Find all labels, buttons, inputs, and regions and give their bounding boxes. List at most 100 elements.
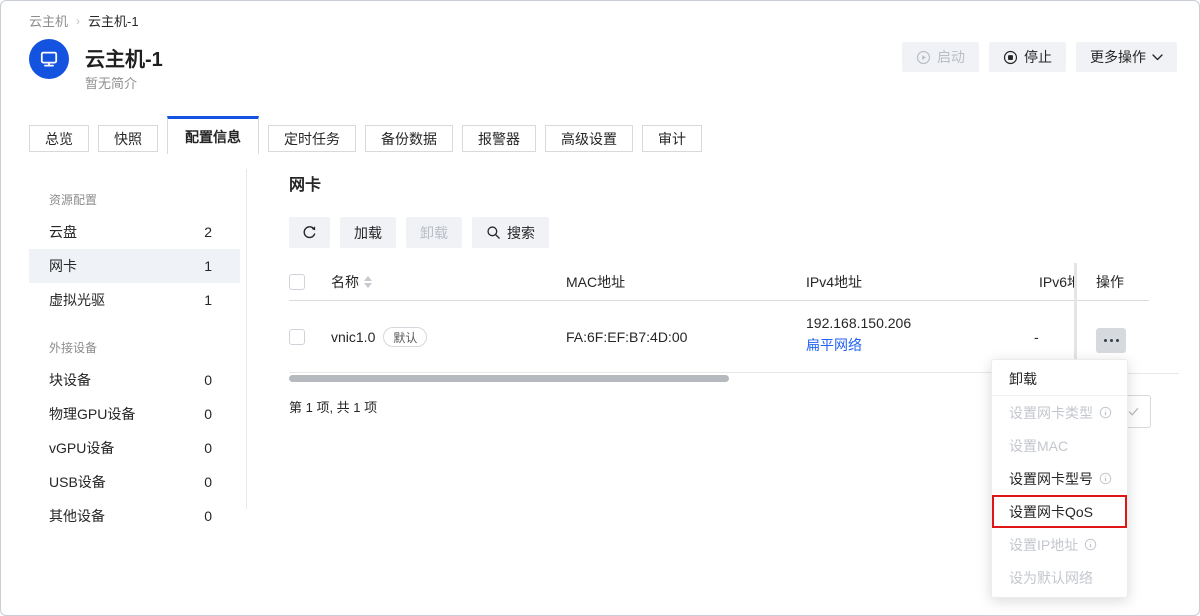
- row-checkbox[interactable]: [289, 329, 305, 345]
- menu-item-label: 设置网卡型号: [1009, 469, 1093, 489]
- tab-overview[interactable]: 总览: [29, 125, 89, 152]
- network-link[interactable]: 扁平网络: [806, 334, 911, 356]
- horizontal-scrollbar[interactable]: [289, 375, 729, 382]
- column-ipv6: IPv6地址: [1039, 263, 1074, 300]
- sidebar-section-resource-config: 资源配置: [29, 183, 240, 215]
- sidebar-item-count: 1: [204, 292, 212, 308]
- search-icon: [486, 225, 501, 240]
- sidebar-item-label: vGPU设备: [49, 438, 114, 458]
- sidebar-item-label: USB设备: [49, 472, 106, 492]
- more-actions-button[interactable]: 更多操作: [1076, 42, 1177, 72]
- sidebar-divider: [246, 169, 247, 509]
- search-button[interactable]: 搜索: [472, 217, 549, 248]
- tab-snapshot[interactable]: 快照: [98, 125, 158, 152]
- table-header: 名称 MAC地址 IPv4地址 IPv6地址: [289, 263, 1074, 301]
- sidebar-item-virtual-cdrom[interactable]: 虚拟光驱 1: [29, 283, 240, 317]
- sidebar-item-physical-gpu[interactable]: 物理GPU设备 0: [29, 397, 240, 431]
- menu-item-set-ip-address[interactable]: 设置IP地址: [992, 528, 1127, 561]
- header-actions: 启动 停止 更多操作: [902, 42, 1177, 72]
- sidebar-item-label: 块设备: [49, 370, 91, 390]
- sidebar-item-nic[interactable]: 网卡 1: [29, 249, 240, 283]
- vm-detail-page: 云主机 › 云主机-1 云主机-1 暂无简介 启动: [0, 0, 1200, 616]
- attach-nic-button[interactable]: 加载: [340, 217, 396, 248]
- sidebar-item-count: 1: [204, 258, 212, 274]
- refresh-button[interactable]: [289, 217, 330, 248]
- tab-advanced-settings[interactable]: 高级设置: [545, 125, 633, 152]
- start-button[interactable]: 启动: [902, 42, 979, 72]
- stop-button-label: 停止: [1024, 47, 1052, 67]
- nic-name: vnic1.0: [331, 329, 375, 345]
- default-badge: 默认: [383, 327, 427, 347]
- row-actions-menu: 卸载 设置网卡类型 设置MAC 设置网卡型号 设置网卡QoS: [991, 359, 1128, 598]
- sidebar-item-block-device[interactable]: 块设备 0: [29, 363, 240, 397]
- more-actions-label: 更多操作: [1090, 47, 1146, 67]
- menu-item-set-mac[interactable]: 设置MAC: [992, 429, 1127, 462]
- menu-item-label: 设置IP地址: [1009, 535, 1078, 555]
- stop-button[interactable]: 停止: [989, 42, 1066, 72]
- menu-item-set-default-network[interactable]: 设为默认网络: [992, 561, 1127, 594]
- search-label: 搜索: [507, 223, 535, 243]
- sidebar-item-label: 物理GPU设备: [49, 404, 135, 424]
- tab-scheduled-tasks[interactable]: 定时任务: [268, 125, 356, 152]
- sidebar: 资源配置 云盘 2 网卡 1 虚拟光驱 1 外接设备 块设备 0 物理GPU设备…: [29, 183, 240, 533]
- play-circle-icon: [916, 50, 931, 65]
- column-name: 名称: [331, 272, 359, 292]
- sidebar-item-cloud-disk[interactable]: 云盘 2: [29, 215, 240, 249]
- chevron-down-icon: [1152, 54, 1163, 61]
- breadcrumb: 云主机 › 云主机-1: [29, 11, 139, 30]
- sidebar-section-external-devices: 外接设备: [29, 331, 240, 363]
- detach-label: 卸载: [420, 223, 448, 243]
- info-icon: [1099, 472, 1112, 485]
- table-row[interactable]: vnic1.0 默认 FA:6F:EF:B7:4D:00 192.168.150…: [289, 302, 1074, 373]
- sidebar-item-other-devices[interactable]: 其他设备 0: [29, 499, 240, 533]
- select-all-checkbox[interactable]: [289, 274, 305, 290]
- pagination-text: 第 1 项, 共 1 项: [289, 397, 377, 416]
- sidebar-item-vgpu[interactable]: vGPU设备 0: [29, 431, 240, 465]
- sidebar-item-count: 0: [204, 372, 212, 388]
- breadcrumb-current: 云主机-1: [88, 11, 139, 30]
- info-icon: [1084, 538, 1097, 551]
- menu-item-label: 设置网卡类型: [1009, 403, 1093, 423]
- check-icon: [1127, 405, 1140, 418]
- menu-item-set-nic-model[interactable]: 设置网卡型号: [992, 462, 1127, 495]
- sidebar-item-label: 云盘: [49, 222, 77, 242]
- detach-nic-button[interactable]: 卸载: [406, 217, 462, 248]
- ops-column: 操作: [1077, 263, 1179, 374]
- column-ipv4: IPv4地址: [806, 263, 862, 300]
- sidebar-item-count: 2: [204, 224, 212, 240]
- row-more-actions-button[interactable]: [1096, 328, 1126, 353]
- section-title-nic: 网卡: [289, 171, 321, 195]
- page-title: 云主机-1: [85, 43, 163, 72]
- attach-label: 加载: [354, 223, 382, 243]
- menu-item-set-nic-type[interactable]: 设置网卡类型: [992, 396, 1127, 429]
- start-button-label: 启动: [937, 47, 965, 67]
- nic-toolbar: 加载 卸载 搜索: [289, 217, 549, 248]
- tab-alarms[interactable]: 报警器: [462, 125, 536, 152]
- sidebar-item-count: 0: [204, 440, 212, 456]
- stop-circle-icon: [1003, 50, 1018, 65]
- tab-config-info[interactable]: 配置信息: [167, 116, 259, 154]
- sidebar-item-label: 网卡: [49, 256, 77, 276]
- page-subtitle: 暂无简介: [85, 73, 137, 92]
- vm-monitor-icon: [29, 39, 69, 79]
- sidebar-item-label: 其他设备: [49, 506, 105, 526]
- sidebar-item-usb[interactable]: USB设备 0: [29, 465, 240, 499]
- nic-ipv4: 192.168.150.206: [806, 312, 911, 334]
- tab-backup-data[interactable]: 备份数据: [365, 125, 453, 152]
- sidebar-item-label: 虚拟光驱: [49, 290, 105, 310]
- tab-audit[interactable]: 审计: [642, 125, 702, 152]
- sidebar-item-count: 0: [204, 508, 212, 524]
- breadcrumb-root[interactable]: 云主机: [29, 11, 68, 30]
- tab-bar: 总览 快照 配置信息 定时任务 备份数据 报警器 高级设置 审计: [29, 116, 702, 154]
- refresh-icon: [302, 225, 317, 240]
- menu-item-detach[interactable]: 卸载: [992, 363, 1127, 396]
- info-icon: [1099, 406, 1112, 419]
- sort-icon[interactable]: [364, 276, 372, 288]
- nic-mac: FA:6F:EF:B7:4D:00: [566, 302, 687, 372]
- sidebar-item-count: 0: [204, 474, 212, 490]
- column-ops: 操作: [1077, 263, 1149, 301]
- column-mac: MAC地址: [566, 263, 625, 300]
- breadcrumb-separator: ›: [76, 14, 80, 28]
- menu-item-set-nic-qos[interactable]: 设置网卡QoS: [992, 495, 1127, 528]
- sidebar-item-count: 0: [204, 406, 212, 422]
